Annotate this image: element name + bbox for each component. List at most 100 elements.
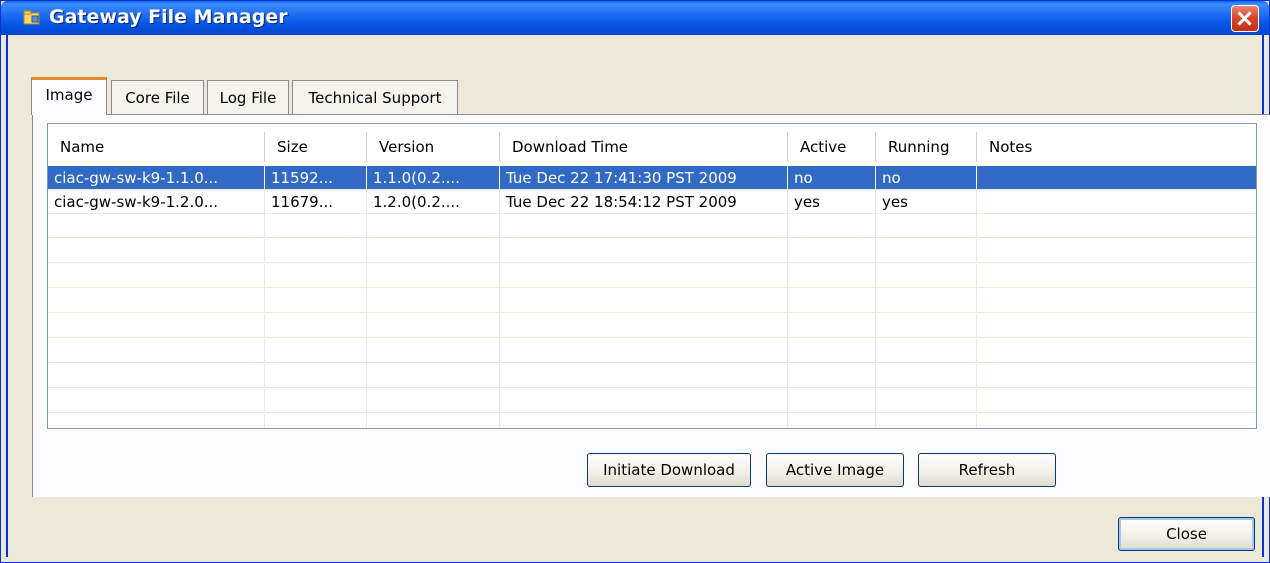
empty-cell [48,214,265,238]
column-header-running[interactable]: Running [876,132,977,162]
empty-cell [500,289,788,313]
empty-cell [876,339,977,363]
cell-running: no [876,166,977,190]
column-header-notes[interactable]: Notes [977,132,1256,162]
cell-version: 1.2.0(0.2.... [367,190,500,214]
empty-cell [367,364,500,388]
empty-cell [48,389,265,413]
tab-log-file[interactable]: Log File [207,80,289,114]
empty-cell [367,239,500,263]
empty-cell [977,389,1256,413]
empty-cell [977,414,1256,428]
column-header-download-time[interactable]: Download Time [500,132,788,162]
empty-cell [367,414,500,428]
initiate-download-button[interactable]: Initiate Download [587,453,751,487]
empty-table-row [48,264,1256,288]
cell-notes [977,190,1256,214]
tab-technical-support[interactable]: Technical Support [292,80,458,114]
cell-notes [977,166,1256,190]
empty-table-row [48,214,1256,238]
cell-size: 11679... [265,190,367,214]
empty-cell [500,314,788,338]
close-icon[interactable] [1231,5,1259,32]
empty-table-row [48,389,1256,413]
cell-active: no [788,166,876,190]
empty-cell [48,314,265,338]
cell-version: 1.1.0(0.2.... [367,166,500,190]
empty-cell [367,214,500,238]
empty-cell [876,314,977,338]
folder-app-icon [23,10,40,25]
empty-cell [788,389,876,413]
empty-cell [977,289,1256,313]
empty-cell [500,414,788,428]
empty-cell [788,214,876,238]
empty-cell [48,339,265,363]
title-bar[interactable]: Gateway File Manager [1,1,1269,35]
empty-cell [788,289,876,313]
empty-cell [876,264,977,288]
refresh-button[interactable]: Refresh [918,453,1056,487]
empty-cell [48,289,265,313]
empty-cell [500,364,788,388]
empty-cell [876,414,977,428]
cell-size: 11592... [265,166,367,190]
empty-cell [977,214,1256,238]
image-table[interactable]: Name Size Version Download Time Active R… [47,123,1257,429]
cell-active: yes [788,190,876,214]
active-image-button[interactable]: Active Image [766,453,904,487]
cell-name: ciac-gw-sw-k9-1.2.0... [48,190,265,214]
empty-cell [977,239,1256,263]
empty-cell [876,389,977,413]
empty-cell [977,364,1256,388]
empty-cell [265,414,367,428]
empty-cell [265,314,367,338]
empty-cell [977,339,1256,363]
empty-cell [367,339,500,363]
empty-cell [265,389,367,413]
empty-cell [500,239,788,263]
empty-cell [788,339,876,363]
gateway-file-manager-window: Gateway File Manager Image Core File Log… [0,0,1270,563]
empty-cell [876,239,977,263]
window-title: Gateway File Manager [49,6,288,28]
column-header-active[interactable]: Active [788,132,876,162]
empty-cell [788,314,876,338]
empty-cell [788,239,876,263]
table-row[interactable]: ciac-gw-sw-k9-1.2.0... 11679... 1.2.0(0.… [48,190,1256,214]
table-row[interactable]: ciac-gw-sw-k9-1.1.0... 11592... 1.1.0(0.… [48,166,1256,190]
empty-cell [48,239,265,263]
empty-cell [500,389,788,413]
empty-cell [265,239,367,263]
empty-cell [500,264,788,288]
column-header-version[interactable]: Version [367,132,500,162]
empty-cell [367,289,500,313]
empty-cell [265,364,367,388]
empty-cell [48,414,265,428]
empty-cell [48,364,265,388]
empty-cell [876,364,977,388]
empty-table-row [48,289,1256,313]
cell-download-time: Tue Dec 22 17:41:30 PST 2009 [500,166,788,190]
table-header: Name Size Version Download Time Active R… [48,132,1256,162]
column-header-name[interactable]: Name [48,132,265,162]
empty-cell [265,264,367,288]
empty-cell [788,264,876,288]
empty-cell [788,364,876,388]
empty-table-row [48,314,1256,338]
empty-cell [876,214,977,238]
empty-cell [500,339,788,363]
empty-cell [367,389,500,413]
empty-table-row [48,339,1256,363]
empty-cell [876,289,977,313]
empty-cell [265,339,367,363]
empty-cell [977,264,1256,288]
tab-core-file[interactable]: Core File [111,80,204,114]
empty-cell [788,414,876,428]
tab-image[interactable]: Image [31,77,107,115]
cell-running: yes [876,190,977,214]
column-header-size[interactable]: Size [265,132,367,162]
cell-name: ciac-gw-sw-k9-1.1.0... [48,166,265,190]
close-button[interactable]: Close [1118,517,1255,551]
empty-table-row [48,414,1256,428]
